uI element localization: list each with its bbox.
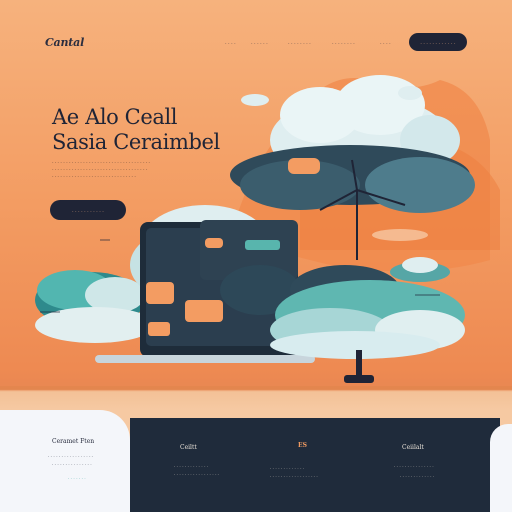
hero-desc-line: - - - - - - - - - - - - - - - - - - - - … xyxy=(52,159,151,164)
nav-cta-button[interactable]: - - - - - - - - - - - - xyxy=(409,33,467,51)
nav-link-2[interactable]: - - - - - - xyxy=(251,40,268,45)
hero-cta-button[interactable]: - - - - - - - - - - - xyxy=(50,200,126,220)
brand-logo[interactable]: Cantal xyxy=(45,36,84,49)
hero-desc-line: - - - - - - - - - - - - - - - - - - - - … xyxy=(52,166,148,171)
hero-title-line-2: Sasia Ceraimbel xyxy=(52,130,220,154)
feature-title: Ceiltt xyxy=(180,444,197,451)
feature-line: - - - - - - - - - - - - - xyxy=(270,466,305,470)
feature-card-light: Ceramet Ften - - - - - - - - - - - - - -… xyxy=(0,410,130,512)
nav-link-4[interactable]: - - - - - - - - xyxy=(332,40,355,45)
hero-desc-line: - - - - - - - - - - - - - - - - - - - - … xyxy=(52,173,136,178)
feature-line: - - - - - - - - - - - - - - - xyxy=(394,464,434,468)
feature-line: - - - - - - - - - - - - - - - - - xyxy=(48,454,94,458)
feature-title: ES xyxy=(298,442,307,449)
feature-card-edge xyxy=(490,424,512,512)
feature-line: - - - - - - - - - - - - - xyxy=(174,464,209,468)
feature-title: Ceramet Ften xyxy=(52,438,95,445)
hero-title: Ae Alo Ceall Sasia Ceraimbel xyxy=(52,105,220,155)
nav-link-1[interactable]: - - - - xyxy=(225,40,236,45)
feature-link[interactable]: - - - - - - - xyxy=(68,476,86,480)
feature-line: - - - - - - - - - - - - - - - - - - xyxy=(270,474,319,478)
feature-line: - - - - - - - - - - - - - - - xyxy=(52,462,92,466)
feature-line: - - - - - - - - - - - - - - - - - xyxy=(174,472,220,476)
feature-title: Ceiilalt xyxy=(402,444,424,451)
nav-link-3[interactable]: - - - - - - - - xyxy=(288,40,311,45)
hero-title-line-1: Ae Alo Ceall xyxy=(52,105,178,129)
nav-link-5[interactable]: - - - - xyxy=(380,40,391,45)
landing-page: Cantal - - - - - - - - - - - - - - - - -… xyxy=(0,0,512,512)
feature-panel-dark: Ceiltt - - - - - - - - - - - - - - - - -… xyxy=(130,418,500,512)
hero-description: - - - - - - - - - - - - - - - - - - - - … xyxy=(52,158,222,179)
feature-line: - - - - - - - - - - - - - xyxy=(400,474,435,478)
features-section: Ceramet Ften - - - - - - - - - - - - - -… xyxy=(0,410,512,512)
